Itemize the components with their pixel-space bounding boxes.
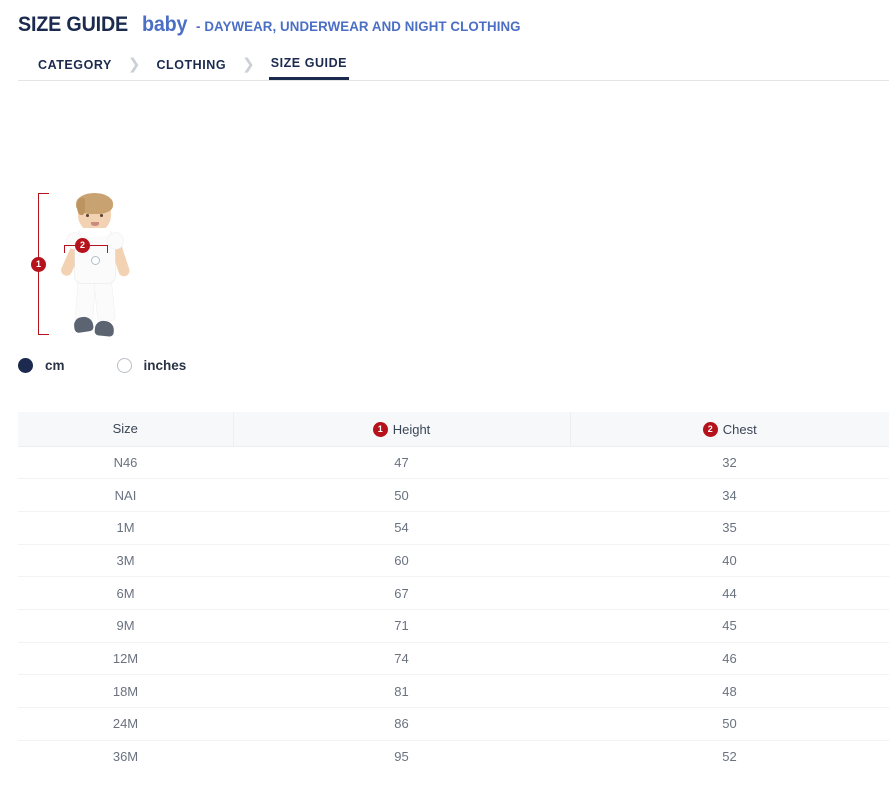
breadcrumb-item-category[interactable]: CATEGORY xyxy=(36,49,114,80)
baby-shoe-right xyxy=(94,320,114,337)
cell-height: 81 xyxy=(233,675,570,708)
baby-romper-button xyxy=(91,256,100,265)
page-title-main: SIZE GUIDE xyxy=(18,13,128,37)
column-badge-2: 2 xyxy=(703,422,718,437)
breadcrumb-separator-icon: ❯ xyxy=(128,57,141,72)
cell-chest: 34 xyxy=(570,479,889,512)
table-header: Size 1 Height 2 Chest xyxy=(18,412,889,446)
page-title-description: - DAYWEAR, UNDERWEAR AND NIGHT CLOTHING xyxy=(196,18,521,34)
baby-eye-right xyxy=(100,214,103,217)
table-row: 36M9552 xyxy=(18,740,889,773)
cell-height: 74 xyxy=(233,642,570,675)
column-header-size: Size xyxy=(18,412,233,446)
cell-height: 47 xyxy=(233,446,570,479)
cell-chest: 50 xyxy=(570,708,889,741)
table-row: 18M8148 xyxy=(18,675,889,708)
column-badge-1: 1 xyxy=(373,422,388,437)
baby-eye-left xyxy=(86,214,89,217)
radio-cm-checked-icon[interactable] xyxy=(18,358,33,373)
baby-sleeve-right xyxy=(108,233,123,249)
measurement-illustration: 1 2 xyxy=(18,185,193,355)
page-title-category: baby xyxy=(142,13,187,37)
cell-chest: 48 xyxy=(570,675,889,708)
cell-height: 50 xyxy=(233,479,570,512)
cell-height: 67 xyxy=(233,577,570,610)
unit-option-inches[interactable]: inches xyxy=(117,358,187,373)
column-header-inner: Size xyxy=(113,421,138,436)
baby-hair-fringe xyxy=(77,198,85,215)
cell-height: 60 xyxy=(233,544,570,577)
cell-size: 1M xyxy=(18,511,233,544)
cell-height: 95 xyxy=(233,740,570,773)
table-row: NAI5034 xyxy=(18,479,889,512)
column-header-chest: 2 Chest xyxy=(570,412,889,446)
baby-mouth xyxy=(91,222,99,226)
cell-height: 71 xyxy=(233,609,570,642)
column-header-inner: 2 Chest xyxy=(703,422,757,437)
cell-size: 3M xyxy=(18,544,233,577)
table-row: 6M6744 xyxy=(18,577,889,610)
table-body: N464732NAI50341M54353M60406M67449M714512… xyxy=(18,446,889,773)
column-header-inner: 1 Height xyxy=(373,422,431,437)
cell-size: 9M xyxy=(18,609,233,642)
table-row: 9M7145 xyxy=(18,609,889,642)
table-row: 3M6040 xyxy=(18,544,889,577)
cell-chest: 52 xyxy=(570,740,889,773)
unit-selector: cm inches xyxy=(18,358,186,373)
unit-label-cm: cm xyxy=(45,358,65,373)
column-header-height: 1 Height xyxy=(233,412,570,446)
cell-height: 86 xyxy=(233,708,570,741)
table-row: 1M5435 xyxy=(18,511,889,544)
cell-size: N46 xyxy=(18,446,233,479)
unit-label-inches: inches xyxy=(144,358,187,373)
size-guide-table: Size1Height2Chest N464732NAI50341M54353M… xyxy=(18,412,889,773)
table-row: 12M7446 xyxy=(18,642,889,675)
cell-chest: 44 xyxy=(570,577,889,610)
table-row: N464732 xyxy=(18,446,889,479)
baby-collar xyxy=(80,228,110,237)
baby-leg-right xyxy=(94,276,116,322)
table-row: 24M8650 xyxy=(18,708,889,741)
breadcrumb-separator-icon: ❯ xyxy=(242,57,255,72)
cell-size: 12M xyxy=(18,642,233,675)
cell-size: 6M xyxy=(18,577,233,610)
cell-size: 18M xyxy=(18,675,233,708)
page-title: SIZE GUIDE baby - DAYWEAR, UNDERWEAR AND… xyxy=(0,0,889,37)
radio-inches-unchecked-icon[interactable] xyxy=(117,358,132,373)
height-line-bottom-cap xyxy=(38,334,49,335)
cell-chest: 35 xyxy=(570,511,889,544)
marker-badge-1: 1 xyxy=(31,257,46,272)
unit-option-cm[interactable]: cm xyxy=(18,358,65,373)
cell-chest: 45 xyxy=(570,609,889,642)
cell-chest: 32 xyxy=(570,446,889,479)
column-header-label: Size xyxy=(113,421,138,436)
marker-badge-2: 2 xyxy=(75,238,90,253)
cell-chest: 40 xyxy=(570,544,889,577)
breadcrumb-item-clothing[interactable]: CLOTHING xyxy=(154,49,228,80)
cell-chest: 46 xyxy=(570,642,889,675)
cell-height: 54 xyxy=(233,511,570,544)
breadcrumb: CATEGORY ❯ CLOTHING ❯ SIZE GUIDE xyxy=(18,49,889,81)
height-line-top-cap xyxy=(38,193,49,194)
cell-size: NAI xyxy=(18,479,233,512)
column-header-label: Height xyxy=(393,422,431,437)
cell-size: 24M xyxy=(18,708,233,741)
baby-photo xyxy=(50,195,155,345)
breadcrumb-item-size-guide[interactable]: SIZE GUIDE xyxy=(269,49,349,80)
table-header-row: Size 1 Height 2 Chest xyxy=(18,412,889,446)
cell-size: 36M xyxy=(18,740,233,773)
baby-leg-left xyxy=(75,276,95,321)
column-header-label: Chest xyxy=(723,422,757,437)
